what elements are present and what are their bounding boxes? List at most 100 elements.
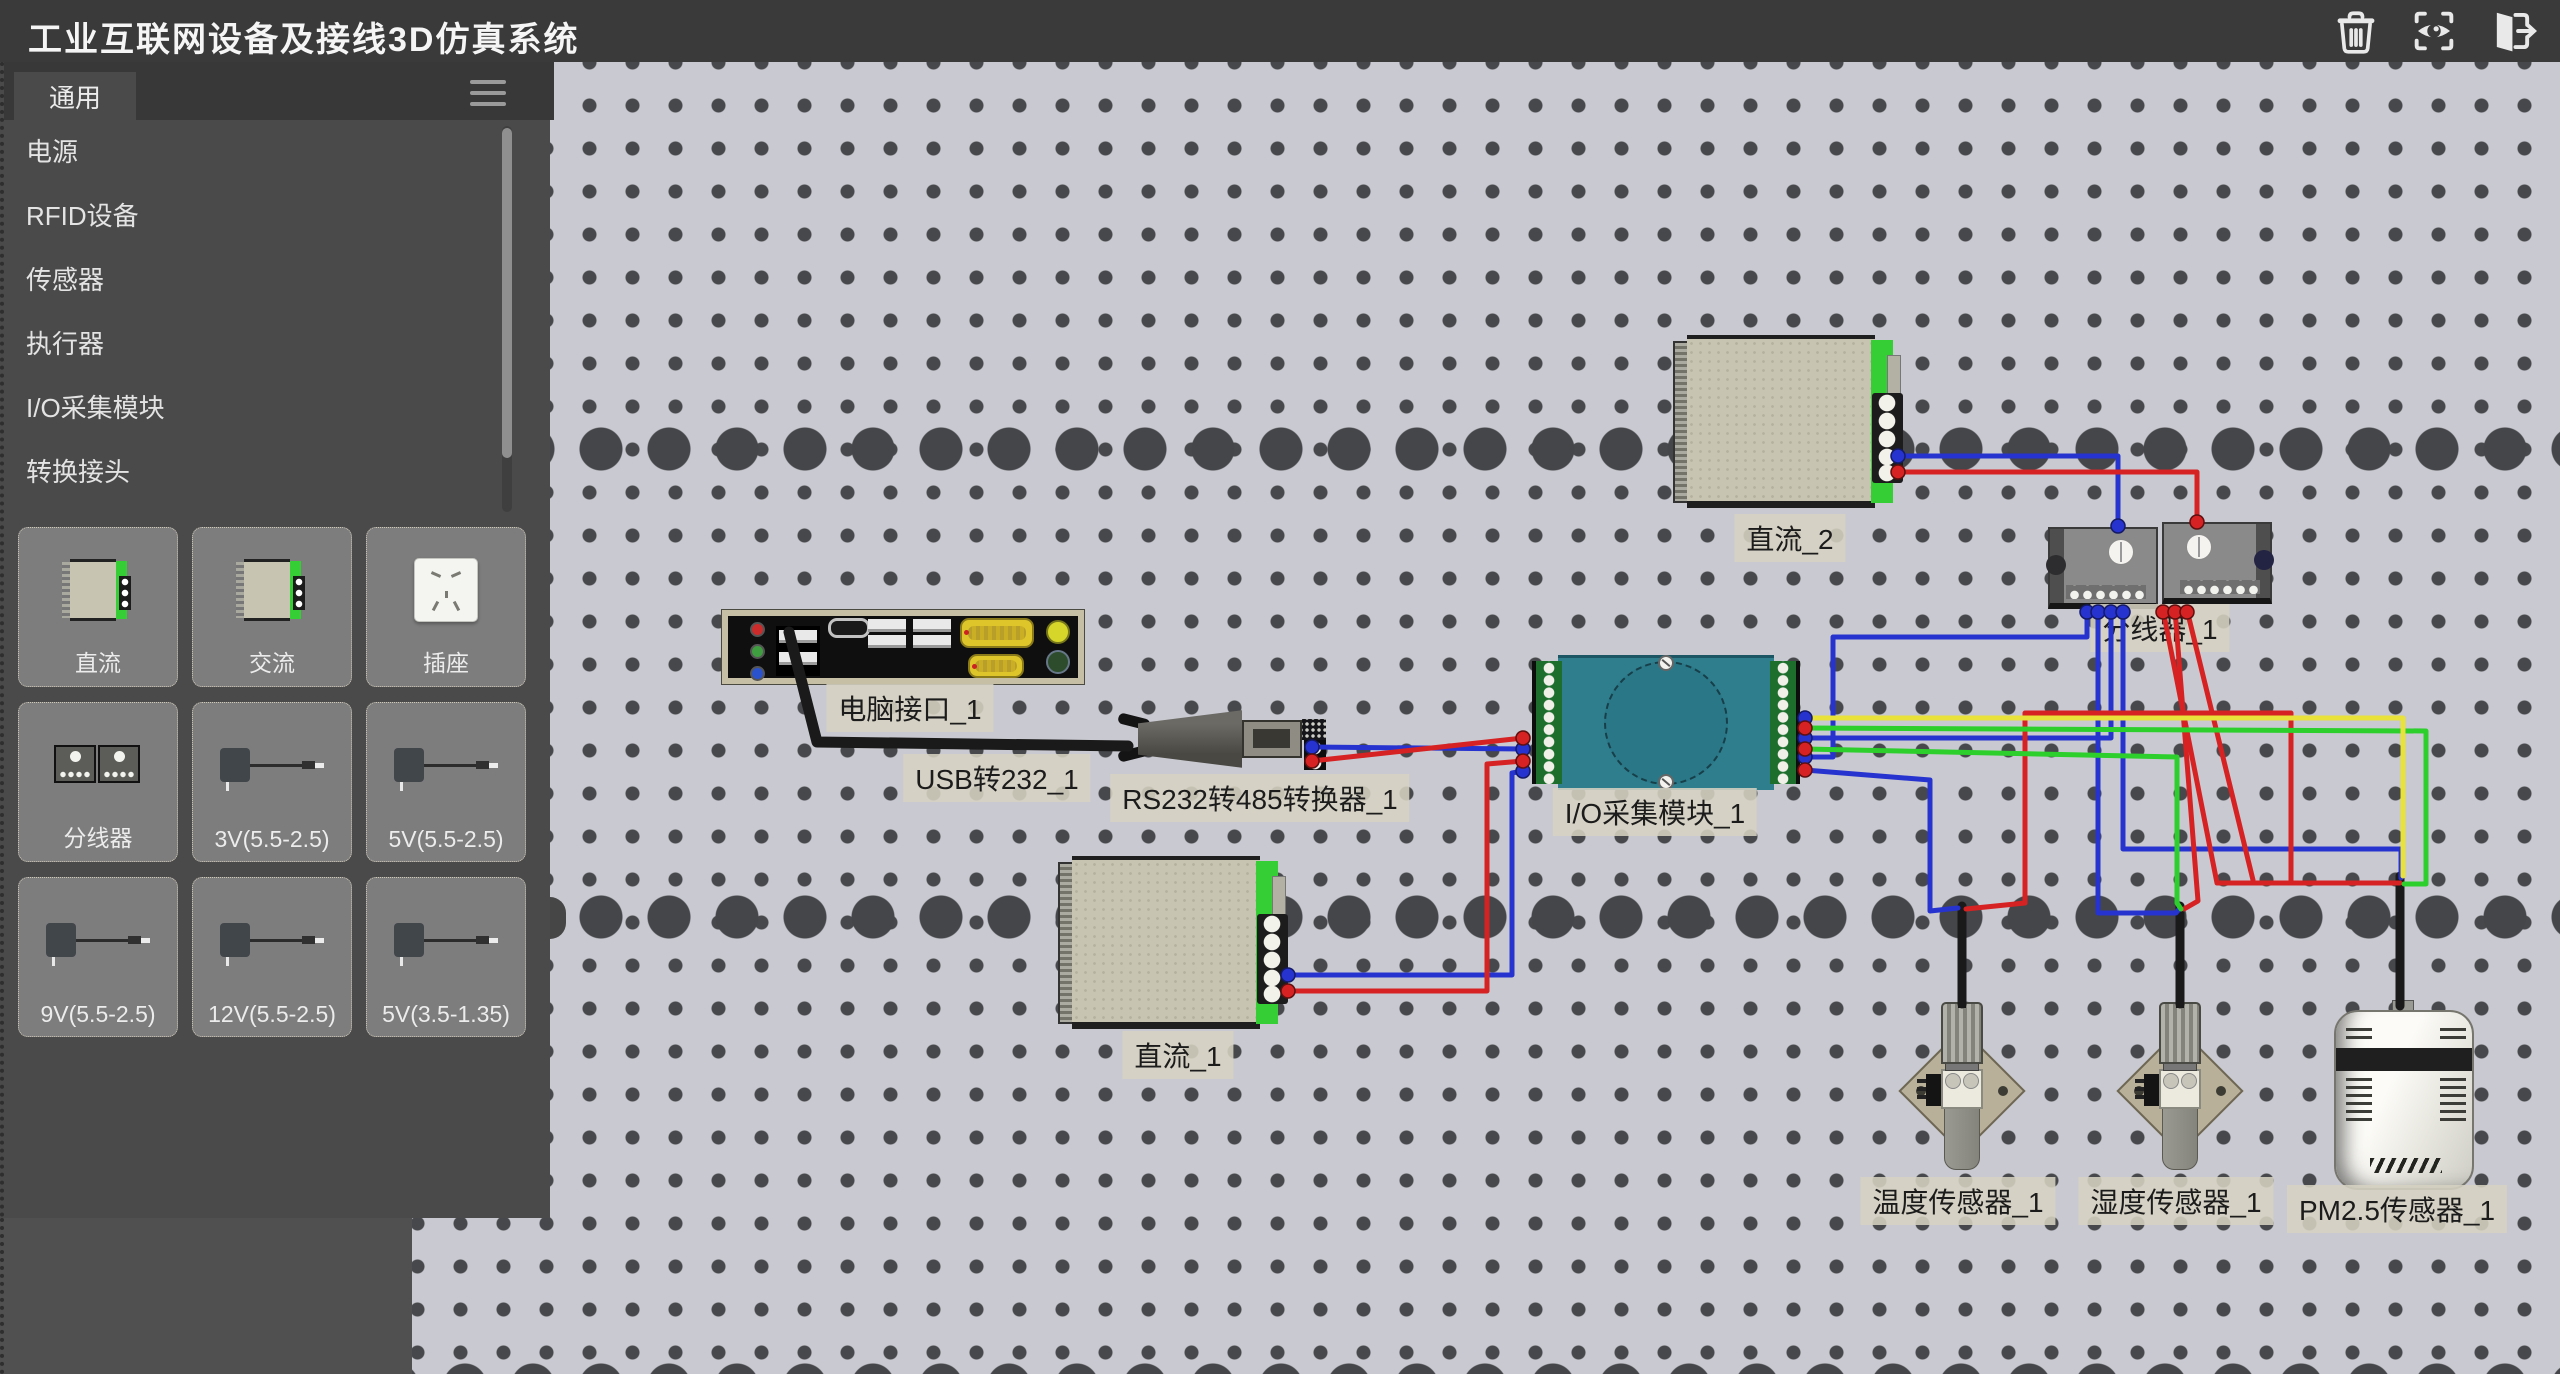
tile-5v-slim-adapter[interactable]: 5V(3.5-1.35) bbox=[366, 877, 526, 1037]
dc-terminal-block bbox=[1257, 914, 1288, 1004]
sidebar-item-io-module[interactable]: I/O采集模块 bbox=[4, 376, 554, 440]
usb-port bbox=[913, 635, 951, 648]
io-screw-top bbox=[1658, 655, 1674, 671]
device-pm25-sensor-1[interactable] bbox=[2334, 1000, 2474, 1190]
device-dc-power-2[interactable] bbox=[1673, 335, 1903, 510]
simulation-app: 直流_2 分线器_1 电脑接口_1 USB转232_1 RS232转485转换器… bbox=[0, 0, 2560, 1374]
power-adapter-icon bbox=[220, 748, 324, 782]
tile-socket[interactable]: 插座 bbox=[366, 527, 526, 687]
round-port-green bbox=[1046, 650, 1070, 674]
sidebar-item-rfid[interactable]: RFID设备 bbox=[4, 184, 554, 248]
sidebar-item-sensor[interactable]: 传感器 bbox=[4, 248, 554, 312]
usb-port bbox=[868, 619, 906, 632]
probe-band bbox=[1941, 1069, 1983, 1109]
audio-jack-red bbox=[750, 622, 765, 637]
top-bar: 工业互联网设备及接线3D仿真系统 bbox=[0, 0, 2560, 62]
probe-lower bbox=[2162, 1104, 2198, 1170]
mount-hole bbox=[2134, 1086, 2144, 1096]
power-adapter-icon bbox=[394, 923, 498, 957]
bottom-vent bbox=[2370, 1158, 2442, 1173]
io-disc bbox=[1604, 661, 1728, 785]
pm25-body bbox=[2334, 1010, 2474, 1190]
splitter-icon bbox=[54, 745, 142, 785]
sidebar-item-power[interactable]: 电源 bbox=[4, 120, 554, 184]
tile-9v-adapter[interactable]: 9V(5.5-2.5) bbox=[18, 877, 178, 1037]
mount-hole bbox=[2216, 1086, 2226, 1096]
label-io-module: I/O采集模块_1 bbox=[1553, 788, 1757, 836]
label-rs232-485: RS232转485转换器_1 bbox=[1110, 774, 1409, 822]
pm25-band bbox=[2336, 1048, 2474, 1071]
exit-icon[interactable] bbox=[2486, 5, 2538, 57]
usb-tower bbox=[776, 626, 820, 676]
sidebar-lower-panel bbox=[0, 1218, 412, 1374]
converter-terminals bbox=[1304, 740, 1326, 770]
label-pm25-1: PM2.5传感器_1 bbox=[2287, 1185, 2507, 1233]
ac-module-icon bbox=[236, 559, 308, 621]
fit-view-icon[interactable] bbox=[2408, 5, 2460, 57]
probe-band bbox=[2159, 1069, 2201, 1109]
menu-scrollbar[interactable] bbox=[502, 126, 512, 512]
tile-5v-adapter[interactable]: 5V(5.5-2.5) bbox=[366, 702, 526, 862]
sidebar-item-actuator[interactable]: 执行器 bbox=[4, 312, 554, 376]
dc-body bbox=[1687, 335, 1875, 508]
power-adapter-icon bbox=[220, 923, 324, 957]
splitter-block-right bbox=[2162, 522, 2272, 604]
power-adapter-icon bbox=[46, 923, 150, 957]
device-humidity-sensor-1[interactable] bbox=[2118, 906, 2242, 1178]
probe-grip bbox=[2159, 1002, 2201, 1064]
label-splitter1: 分线器_1 bbox=[2090, 604, 2229, 652]
vent bbox=[2440, 1028, 2466, 1044]
tile-3v-adapter[interactable]: 3V(5.5-2.5) bbox=[192, 702, 352, 862]
db9-shell bbox=[1138, 709, 1242, 769]
vent bbox=[2440, 1078, 2466, 1126]
device-temperature-sensor-1[interactable] bbox=[1900, 906, 2024, 1178]
label-dc1: 直流_1 bbox=[1122, 1031, 1233, 1079]
device-io-module-1[interactable] bbox=[1532, 655, 1800, 790]
app-title: 工业互联网设备及接线3D仿真系统 bbox=[28, 12, 579, 61]
probe-grip bbox=[1941, 1002, 1983, 1064]
sensor-cable bbox=[2176, 906, 2184, 1008]
io-terminal-strip-right bbox=[1770, 661, 1800, 784]
label-usb232-1: USB转232_1 bbox=[903, 754, 1090, 802]
category-menu: 电源 RFID设备 传感器 执行器 I/O采集模块 转换接头 bbox=[4, 120, 554, 504]
trash-icon[interactable] bbox=[2330, 5, 2382, 57]
converter-body bbox=[1242, 720, 1302, 758]
sensor-cable bbox=[1958, 906, 1966, 1008]
tile-splitter[interactable]: 分线器 bbox=[18, 702, 178, 862]
io-terminal-strip-left bbox=[1532, 661, 1562, 784]
usb-port bbox=[913, 619, 951, 632]
label-humidity1: 湿度传感器_1 bbox=[2078, 1177, 2273, 1225]
probe-lower bbox=[1944, 1104, 1980, 1170]
vent bbox=[2346, 1028, 2372, 1044]
dc-terminal-block bbox=[1872, 393, 1903, 483]
device-rs232-485-converter-1[interactable] bbox=[1118, 706, 1324, 772]
label-temp1: 温度传感器_1 bbox=[1860, 1177, 2055, 1225]
serial-connector bbox=[968, 654, 1024, 678]
audio-jack-blue bbox=[750, 666, 765, 681]
tab-general[interactable]: 通用 bbox=[14, 72, 136, 120]
tile-dc[interactable]: 直流 bbox=[18, 527, 178, 687]
mount-hole bbox=[1998, 1086, 2008, 1096]
audio-jack-green bbox=[750, 644, 765, 659]
menu-icon[interactable] bbox=[470, 80, 506, 106]
sidebar-panel: 通用 电源 RFID设备 传感器 执行器 I/O采集模块 转换接头 直流 交流 … bbox=[0, 62, 550, 1218]
dc-module-icon bbox=[62, 559, 134, 621]
pin-grid bbox=[1302, 719, 1326, 740]
device-splitter-1[interactable] bbox=[2046, 520, 2274, 612]
sidebar-item-adapter[interactable]: 转换接头 bbox=[4, 440, 554, 504]
scrollbar-thumb[interactable] bbox=[502, 128, 512, 458]
round-port-yellow bbox=[1046, 620, 1070, 644]
mount-hole bbox=[1916, 1086, 1926, 1096]
dc-body bbox=[1072, 856, 1260, 1029]
device-dc-power-1[interactable] bbox=[1058, 856, 1288, 1031]
ps2-slot bbox=[828, 618, 870, 638]
splitter-block-left bbox=[2048, 527, 2158, 609]
label-dc2: 直流_2 bbox=[1734, 514, 1845, 562]
vent bbox=[2346, 1078, 2372, 1126]
device-pc-interface-1[interactable] bbox=[722, 610, 1084, 684]
vga-connector bbox=[960, 618, 1034, 648]
socket-icon bbox=[414, 558, 478, 622]
tile-ac[interactable]: 交流 bbox=[192, 527, 352, 687]
tile-12v-adapter[interactable]: 12V(5.5-2.5) bbox=[192, 877, 352, 1037]
label-pc-port1: 电脑接口_1 bbox=[826, 684, 993, 732]
